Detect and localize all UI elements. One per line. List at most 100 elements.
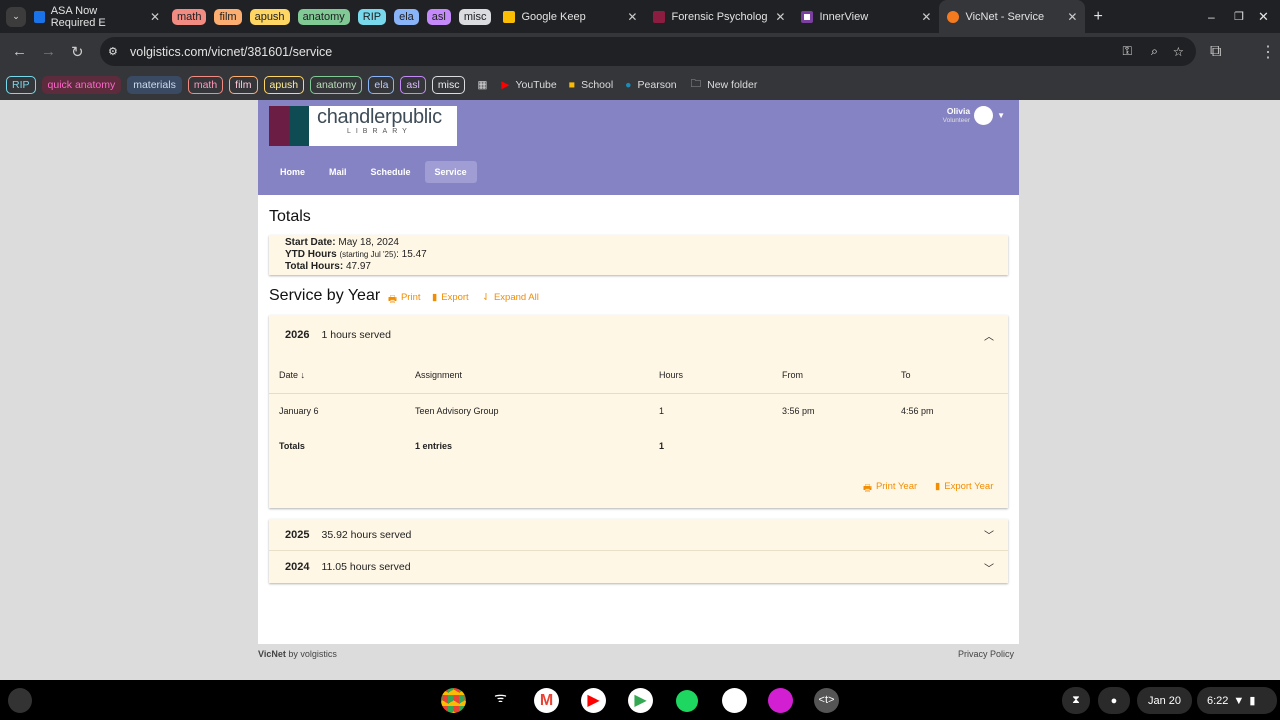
bookmark-group[interactable]: math xyxy=(187,76,224,94)
nav-schedule[interactable]: Schedule xyxy=(361,161,421,183)
tab-group-math[interactable]: math xyxy=(172,8,207,25)
chevron-down-icon[interactable]: ﹀ xyxy=(984,560,994,575)
minimize-icon[interactable]: – xyxy=(1208,10,1215,24)
library-logo[interactable]: chandlerpublic LIBRARY xyxy=(269,106,457,146)
bookmark-group[interactable]: misc xyxy=(431,76,466,94)
account-icon xyxy=(974,106,994,125)
footer-brand[interactable]: VicNet by volgistics xyxy=(258,649,337,659)
tab-group-rip[interactable]: RIP xyxy=(357,8,387,25)
date-tray[interactable]: Jan 20 xyxy=(1137,687,1192,714)
nav-mail[interactable]: Mail xyxy=(319,161,357,183)
col-to[interactable]: To xyxy=(901,370,911,380)
password-key-icon[interactable]: ⚿ xyxy=(1122,44,1132,59)
expand-all-button[interactable]: ⇃ Expand All xyxy=(482,292,539,303)
main-nav: Home Mail Schedule Service xyxy=(270,161,477,183)
tab-search-button[interactable]: ⌄ xyxy=(6,6,26,27)
reload-icon[interactable]: ↻ xyxy=(71,43,84,61)
restore-icon[interactable]: ❐ xyxy=(1234,10,1244,23)
tab-group-anatomy[interactable]: anatomy xyxy=(297,8,350,25)
apps-grid-icon[interactable]: ▦ xyxy=(477,79,487,91)
terminal-icon[interactable]: <t> xyxy=(814,688,839,713)
tab-group-ela[interactable]: ela xyxy=(394,8,419,25)
bookmark-group[interactable]: film xyxy=(229,76,258,94)
print-year-button[interactable]: 🖶 Print Year xyxy=(863,481,917,497)
chevron-down-icon[interactable]: ﹀ xyxy=(984,527,994,542)
print-year-label: Print Year xyxy=(875,481,918,492)
tab[interactable]: InnerView ✕ xyxy=(793,0,939,33)
export-year-button[interactable]: ▮ Export Year xyxy=(935,481,993,492)
year-label: 2025 xyxy=(285,528,310,541)
close-icon[interactable]: ✕ xyxy=(921,10,931,24)
export-button[interactable]: ▮ Export xyxy=(432,292,469,303)
year-panel-header[interactable]: 2026 1 hours served ︿ xyxy=(269,315,1008,355)
tab-group-film[interactable]: film xyxy=(214,8,242,25)
bookmark-group[interactable]: materials xyxy=(127,76,182,94)
zoom-icon[interactable]: ⌕ xyxy=(1151,44,1158,59)
site-header: chandlerpublic LIBRARY Olivia Volunteer ▼… xyxy=(258,100,1019,195)
messages-icon[interactable] xyxy=(722,688,747,713)
extensions-icon[interactable]: ⧉ xyxy=(1210,43,1221,61)
year-panel-2024[interactable]: 2024 11.05 hours served ﹀ xyxy=(269,551,1008,583)
user-name: Olivia xyxy=(946,105,971,116)
bookmark-group[interactable]: anatomy xyxy=(310,76,363,94)
tab-title: ASA Now Required E xyxy=(50,4,106,29)
col-from[interactable]: From xyxy=(782,370,803,380)
gmail-icon[interactable]: M xyxy=(534,688,559,713)
totals-heading: Totals xyxy=(269,208,311,225)
nav-service[interactable]: Service xyxy=(424,161,477,183)
url-text[interactable]: volgistics.com/vicnet/381601/service xyxy=(130,45,332,59)
bookmark-group[interactable]: quick anatomy xyxy=(41,76,122,94)
col-hours[interactable]: Hours xyxy=(659,370,683,380)
bookmark-group[interactable]: RIP xyxy=(6,76,36,94)
canvas-app-icon[interactable] xyxy=(768,688,793,713)
tab-active[interactable]: VicNet - Service ✕ xyxy=(939,0,1086,33)
ytd-label: YTD Hours xyxy=(285,249,337,260)
tab-group-asl[interactable]: asl xyxy=(426,8,451,25)
chrome-icon[interactable] xyxy=(441,688,466,713)
tab-group-misc[interactable]: misc xyxy=(458,8,492,25)
tote-icon[interactable]: ⧗ xyxy=(1062,687,1090,714)
cast-icon[interactable]: ᯤ xyxy=(488,688,513,713)
bookmark-star-icon[interactable]: ☆ xyxy=(1173,44,1184,59)
address-bar[interactable]: ⚙ volgistics.com/vicnet/381601/service ⚿… xyxy=(100,37,1196,66)
bookmark-new-folder[interactable]: New folder xyxy=(707,79,757,91)
bookmark-group[interactable]: asl xyxy=(400,76,426,94)
status-tray[interactable]: 6:22 ▼ ▮ xyxy=(1197,687,1277,714)
settings-quick-icon[interactable]: ● xyxy=(1098,687,1130,714)
close-icon[interactable]: ✕ xyxy=(627,10,637,24)
back-icon[interactable]: ← xyxy=(12,43,27,60)
bookmark-school[interactable]: School xyxy=(581,79,613,91)
expand-all-label: Expand All xyxy=(493,292,539,303)
youtube-app-icon[interactable]: ▶ xyxy=(581,688,606,713)
close-icon[interactable]: ✕ xyxy=(150,10,160,24)
col-date[interactable]: Date ↓ xyxy=(279,370,305,380)
new-tab-icon[interactable]: + xyxy=(1093,8,1102,26)
user-menu[interactable]: Olivia Volunteer ▼ xyxy=(943,106,1005,125)
launcher-icon[interactable] xyxy=(8,688,32,713)
menu-icon[interactable]: ⋮ xyxy=(1260,42,1276,62)
bookmark-pearson[interactable]: Pearson xyxy=(638,79,677,91)
bookmark-youtube[interactable]: YouTube xyxy=(515,79,556,91)
close-icon[interactable]: ✕ xyxy=(775,10,785,24)
close-icon[interactable]: ✕ xyxy=(1067,10,1077,24)
bookmark-group[interactable]: ela xyxy=(368,76,395,94)
year-panel-2025[interactable]: 2025 35.92 hours served ﹀ xyxy=(269,519,1008,551)
site-info-icon[interactable]: ⚙ xyxy=(108,45,118,58)
asu-favicon xyxy=(653,10,666,23)
close-window-icon[interactable]: ✕ xyxy=(1258,9,1269,25)
spotify-icon[interactable] xyxy=(676,690,698,712)
tab-group-apush[interactable]: apush xyxy=(249,8,290,25)
ytd-value: : 15.47 xyxy=(396,249,427,260)
forward-icon[interactable]: → xyxy=(41,43,56,60)
export-year-label: Export Year xyxy=(944,481,994,492)
bookmark-group[interactable]: apush xyxy=(263,76,305,94)
privacy-policy-link[interactable]: Privacy Policy xyxy=(958,649,1014,659)
tab[interactable]: ASA Now Required E ✕ xyxy=(26,0,168,33)
play-store-icon[interactable]: ▶ xyxy=(628,688,653,713)
tab[interactable]: Google Keep ✕ xyxy=(495,0,645,33)
col-assignment[interactable]: Assignment xyxy=(415,370,462,380)
tab[interactable]: Forensic Psycholog ✕ xyxy=(645,0,793,33)
print-button[interactable]: 🖶 Print xyxy=(388,292,421,308)
chevron-up-icon[interactable]: ︿ xyxy=(984,328,994,343)
nav-home[interactable]: Home xyxy=(270,161,315,183)
